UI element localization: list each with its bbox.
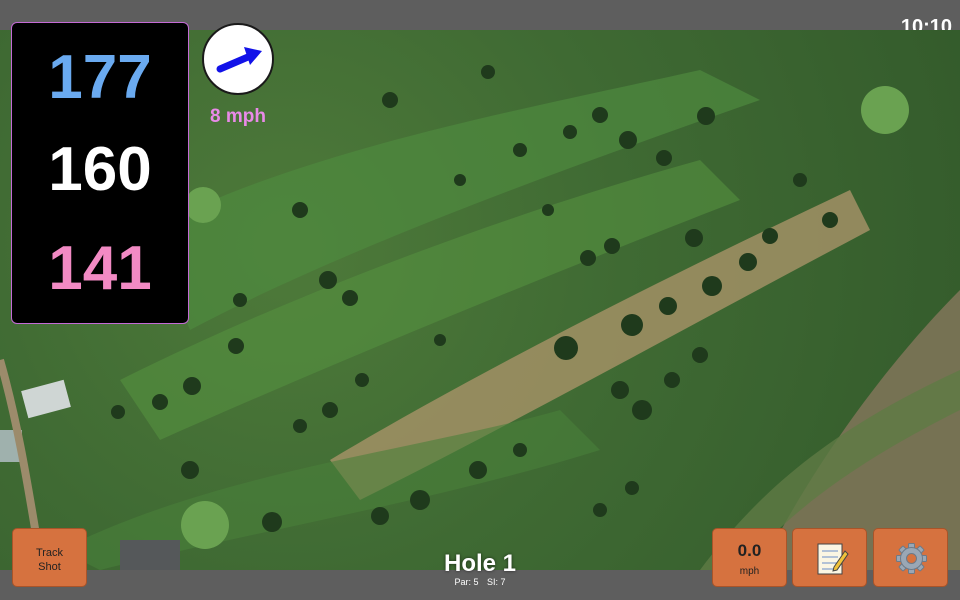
distance-panel: 177 160 141 [11,22,189,324]
wind-direction-badge [202,23,274,95]
back-distance: 177 [48,43,152,112]
hole-si: SI: 7 [487,577,506,587]
track-shot-button[interactable]: Track Shot [12,528,87,587]
track-shot-label-line1: Track [35,547,64,559]
speed-unit: mph [739,566,760,577]
hole-title: Hole 1 [443,550,517,577]
speed-value: 0.0 [737,541,762,560]
settings-button[interactable] [873,528,948,587]
hole-info: Par: 5 SI: 7 [380,577,580,587]
middle-distance: 160 [48,135,152,204]
arrow-up-right-icon [216,47,262,73]
speed-button[interactable]: 0.0 mph [712,528,787,587]
wind-speed: 8 mph [210,106,266,127]
front-distance: 141 [48,234,152,303]
track-shot-label-line2: Shot [38,561,61,573]
notes-button[interactable] [792,528,867,587]
gear-icon [896,543,927,574]
hole-par: Par: 5 [454,577,479,587]
notepad-icon [817,543,849,575]
